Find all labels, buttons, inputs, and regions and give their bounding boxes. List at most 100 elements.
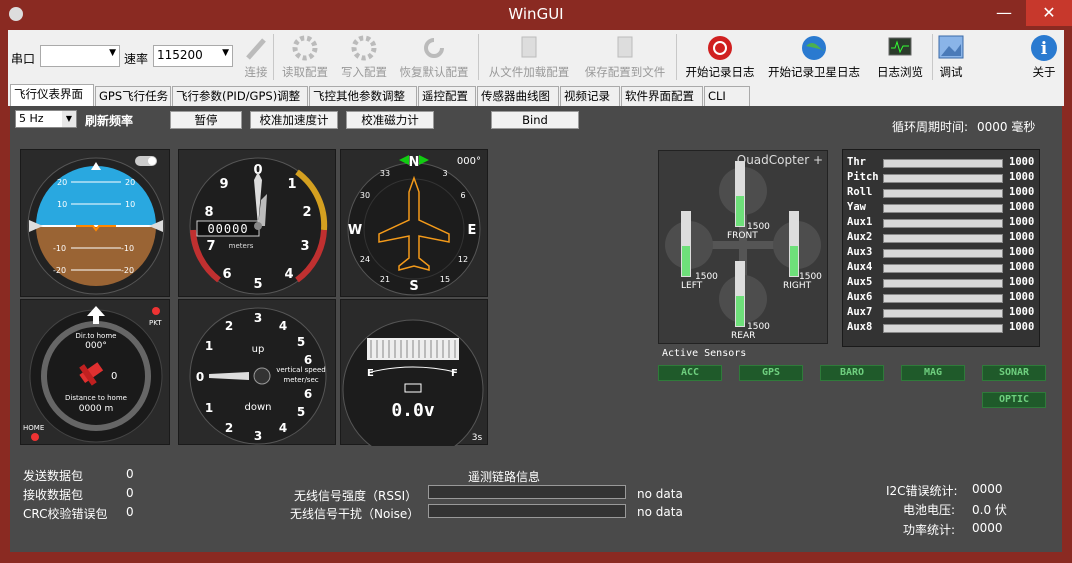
save-file-button[interactable]: 保存配置到文件: [580, 32, 670, 84]
rate-label: 速率: [124, 52, 149, 66]
write-config-button[interactable]: 写入配置: [336, 32, 392, 84]
altimeter: 0 1 2 3 4 5 6 7 8 9 00000 meters: [178, 149, 336, 297]
tab-sensor-graph[interactable]: 传感器曲线图: [477, 86, 559, 106]
baud-rate-select[interactable]: 115200 ▼: [153, 45, 233, 67]
motor-rear: [719, 261, 767, 327]
svg-text:20: 20: [125, 178, 135, 187]
battery-indicator: E F 0.0v 3s: [340, 299, 488, 461]
tab-rc-config[interactable]: 遥控配置: [418, 86, 476, 106]
svg-text:-20: -20: [121, 266, 134, 275]
rc-channel-bar: [883, 234, 1003, 243]
battery-voltage: 0.0v: [391, 400, 435, 421]
load-file-button[interactable]: 从文件加载配置: [484, 32, 574, 84]
rc-channel-row: Roll 1000: [847, 186, 1037, 201]
log-browse-button[interactable]: 日志浏览: [870, 32, 930, 84]
svg-text:6: 6: [304, 387, 312, 401]
close-button[interactable]: ✕: [1026, 0, 1072, 26]
tab-ui-config[interactable]: 软件界面配置: [621, 86, 703, 106]
rc-channel-bar: [883, 279, 1003, 288]
rc-channel-row: Thr 1000: [847, 156, 1037, 171]
bind-button[interactable]: Bind: [491, 111, 579, 129]
tab-video[interactable]: 视频记录: [560, 86, 620, 106]
calibrate-mag-button[interactable]: 校准磁力计: [346, 111, 434, 129]
pitch-label: -10: [53, 244, 66, 253]
svg-text:10: 10: [125, 200, 135, 209]
document-icon: [521, 36, 537, 58]
svg-text:i: i: [1041, 39, 1048, 59]
rc-channel-bar: [883, 294, 1003, 303]
tab-pid-tuning[interactable]: 飞行参数(PID/GPS)调整: [172, 86, 308, 106]
svg-text:0000 m: 0000 m: [79, 404, 114, 414]
svg-text:33: 33: [380, 169, 390, 178]
motor-front: [719, 161, 767, 227]
tab-cli[interactable]: CLI: [704, 86, 750, 106]
quad-motor-display: QuadCopter + FRONT 1500 LEFT 1500 RIGHT …: [658, 150, 828, 344]
svg-text:5: 5: [253, 277, 262, 292]
svg-text:-10: -10: [121, 244, 134, 253]
compass-n: N: [409, 155, 420, 170]
home-direction: Dir.to home 000° 0 Distance to home 0000…: [20, 299, 170, 445]
svg-text:0: 0: [196, 370, 204, 384]
gear-icon: [351, 35, 377, 61]
rc-channel-name: Pitch: [847, 171, 879, 183]
about-button[interactable]: i 关于: [1026, 32, 1062, 84]
read-config-button[interactable]: 读取配置: [276, 32, 334, 84]
title-bar: WinGUI — □ ✕: [0, 0, 1072, 30]
calibrate-acc-button[interactable]: 校准加速度计: [250, 111, 338, 129]
rc-channel-row: Aux5 1000: [847, 276, 1037, 291]
rc-channel-value: 1000: [1009, 186, 1035, 198]
start-log-button[interactable]: 开始记录日志: [680, 32, 760, 84]
svg-text:2: 2: [302, 205, 311, 220]
rc-channel-row: Aux8 1000: [847, 321, 1037, 336]
svg-text:21: 21: [380, 275, 390, 284]
window-title: WinGUI: [508, 5, 564, 23]
svg-text:5: 5: [297, 405, 305, 419]
vertical-speed-indicator: 0 1 1 2 2 3 3 4 4 5 5 6 6 up down vertical spe…: [178, 299, 336, 445]
restore-default-button[interactable]: 恢复默认配置: [396, 32, 472, 84]
connect-button[interactable]: 连接: [236, 32, 276, 84]
svg-text:1: 1: [205, 339, 213, 353]
rc-channel-row: Aux6 1000: [847, 291, 1037, 306]
altitude-digits: 00000: [207, 222, 248, 236]
svg-text:6: 6: [460, 191, 465, 200]
rssi-bar: [428, 485, 626, 499]
rc-channels: Thr 1000 Pitch 1000 Roll 1000 Yaw 1000 Aux1 1000 A…: [842, 149, 1040, 347]
rc-channel-bar: [883, 324, 1003, 333]
pause-button[interactable]: 暂停: [170, 111, 242, 129]
globe-icon: [802, 36, 826, 60]
refresh-icon: [424, 38, 444, 58]
baud-rate-value: 115200: [157, 48, 203, 62]
rc-channel-bar: [883, 204, 1003, 213]
svg-text:24: 24: [360, 255, 370, 264]
svg-text:4: 4: [284, 267, 293, 282]
document-icon: [617, 36, 633, 58]
rc-channel-name: Aux3: [847, 246, 873, 258]
svg-text:4: 4: [279, 319, 287, 333]
tab-flight-instruments[interactable]: 飞行仪表界面: [10, 84, 94, 106]
rc-channel-row: Aux2 1000: [847, 231, 1037, 246]
tab-other-params[interactable]: 飞控其他参数调整: [309, 86, 417, 106]
chevron-down-icon: ▼: [109, 48, 116, 58]
refresh-rate-select[interactable]: 5 Hz ▼: [15, 110, 77, 128]
motor-left: [665, 211, 713, 277]
svg-text:30: 30: [360, 191, 370, 200]
start-sat-log-button[interactable]: 开始记录卫星日志: [764, 32, 864, 84]
port-select[interactable]: ▼: [40, 45, 120, 67]
port-label: 串口: [11, 52, 36, 66]
motor-right: [773, 211, 821, 277]
cycle-time-label: 循环周期时间:: [892, 120, 969, 134]
debug-button[interactable]: 调试: [934, 32, 968, 84]
svg-text:12: 12: [458, 255, 468, 264]
noise-value: no data: [637, 505, 683, 519]
svg-text:9: 9: [219, 177, 228, 192]
rc-channel-value: 1000: [1009, 261, 1035, 273]
rc-channel-bar: [883, 249, 1003, 258]
rc-channel-value: 1000: [1009, 231, 1035, 243]
rc-channel-name: Aux2: [847, 231, 873, 243]
chevron-down-icon: ▼: [62, 111, 76, 127]
tab-gps-mission[interactable]: GPS飞行任务: [95, 86, 171, 106]
rc-channel-bar: [883, 174, 1003, 183]
rc-channel-value: 1000: [1009, 276, 1035, 288]
rc-channel-row: Aux1 1000: [847, 216, 1037, 231]
svg-text:5: 5: [297, 335, 305, 349]
